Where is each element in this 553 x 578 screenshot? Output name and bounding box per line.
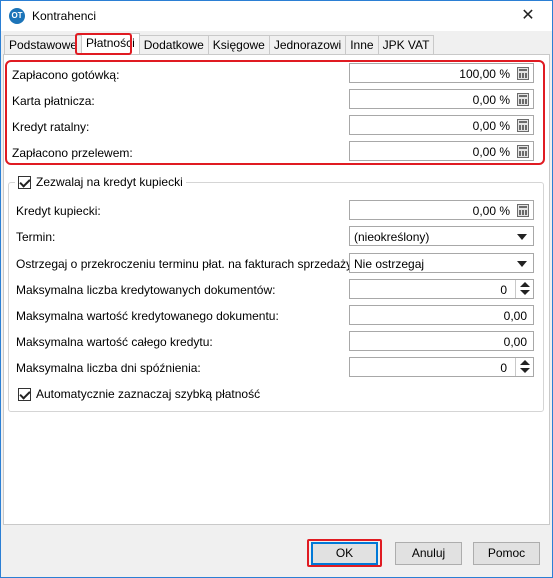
cancel-button[interactable]: Anuluj [395, 542, 462, 565]
term-label: Termin: [16, 230, 56, 244]
allow-credit-label[interactable]: Zezwalaj na kredyt kupiecki [36, 175, 183, 189]
tab-inne[interactable]: Inne [345, 35, 379, 54]
spin-down-icon[interactable] [520, 368, 530, 373]
max-doc-value-value: 0,00 [503, 309, 527, 323]
merchant-credit-field[interactable]: 0,00 % [349, 200, 534, 220]
cash-percent-field[interactable]: 100,00 % [349, 63, 534, 83]
dialog-window: OT Kontrahenci ✕ Podstawowe Płatności Do… [0, 0, 553, 578]
max-docs-value: 0 [500, 283, 507, 297]
chevron-down-icon[interactable] [517, 261, 527, 267]
installment-percent-value: 0,00 % [472, 119, 510, 133]
term-select[interactable]: (nieokreślony) [349, 226, 534, 246]
max-docs-spinner[interactable]: 0 [349, 279, 534, 299]
spin-buttons[interactable] [515, 280, 533, 298]
tab-dodatkowe[interactable]: Dodatkowe [138, 35, 209, 54]
max-doc-value-field[interactable]: 0,00 [349, 305, 534, 325]
max-total-value: 0,00 [503, 335, 527, 349]
auto-quick-pay-label[interactable]: Automatycznie zaznaczaj szybką płatność [36, 387, 260, 401]
transfer-percent-field[interactable]: 0,00 % [349, 141, 534, 161]
merchant-credit-label: Kredyt kupiecki: [16, 204, 101, 218]
tab-ksiegowe[interactable]: Księgowe [207, 35, 270, 54]
help-button[interactable]: Pomoc [473, 542, 540, 565]
installment-label: Kredyt ratalny: [12, 120, 90, 134]
tab-jpk-vat[interactable]: JPK VAT [377, 35, 435, 54]
auto-quick-pay-row[interactable]: Automatycznie zaznaczaj szybką płatność [18, 387, 260, 401]
warn-value: Nie ostrzegaj [354, 257, 425, 271]
calculator-icon[interactable] [517, 204, 529, 217]
window-title: Kontrahenci [32, 9, 97, 23]
max-total-field[interactable]: 0,00 [349, 331, 534, 351]
card-percent-value: 0,00 % [472, 93, 510, 107]
close-button[interactable]: ✕ [510, 1, 546, 31]
tab-jednorazowi[interactable]: Jednorazowi [268, 35, 347, 54]
term-value: (nieokreślony) [354, 230, 430, 244]
max-delay-spinner[interactable]: 0 [349, 357, 534, 377]
title-bar: OT Kontrahenci ✕ [1, 1, 552, 31]
chevron-down-icon[interactable] [517, 234, 527, 240]
max-docs-label: Maksymalna liczba kredytowanych dokument… [16, 283, 276, 297]
tab-podstawowe[interactable]: Podstawowe [4, 35, 83, 54]
allow-credit-checkbox-row[interactable]: Zezwalaj na kredyt kupiecki [15, 175, 186, 189]
auto-quick-pay-checkbox[interactable] [18, 387, 31, 401]
max-doc-value-label: Maksymalna wartość kredytowanego dokumen… [16, 309, 279, 323]
merchant-credit-value: 0,00 % [472, 204, 510, 218]
card-percent-field[interactable]: 0,00 % [349, 89, 534, 109]
spin-buttons[interactable] [515, 358, 533, 376]
installment-percent-field[interactable]: 0,00 % [349, 115, 534, 135]
cash-label: Zapłacono gotówką: [12, 68, 120, 82]
warn-label: Ostrzegaj o przekroczeniu terminu płat. … [16, 257, 356, 271]
spin-up-icon[interactable] [520, 360, 530, 365]
spin-down-icon[interactable] [520, 290, 530, 295]
max-delay-label: Maksymalna liczba dni spóźnienia: [16, 361, 201, 375]
calculator-icon[interactable] [517, 67, 529, 80]
dialog-footer [3, 526, 550, 576]
transfer-percent-value: 0,00 % [472, 145, 510, 159]
transfer-label: Zapłacono przelewem: [12, 146, 133, 160]
max-total-label: Maksymalna wartość całego kredytu: [16, 335, 213, 349]
allow-credit-checkbox[interactable] [18, 175, 31, 189]
ok-button[interactable]: OK [311, 542, 378, 565]
cash-percent-value: 100,00 % [459, 67, 510, 81]
warn-select[interactable]: Nie ostrzegaj [349, 253, 534, 273]
calculator-icon[interactable] [517, 93, 529, 106]
calculator-icon[interactable] [517, 119, 529, 132]
tab-strip: Podstawowe Płatności Dodatkowe Księgowe … [4, 33, 435, 54]
card-label: Karta płatnicza: [12, 94, 95, 108]
max-delay-value: 0 [500, 361, 507, 375]
tab-platnosci[interactable]: Płatności [81, 33, 140, 54]
calculator-icon[interactable] [517, 145, 529, 158]
app-logo-icon: OT [9, 8, 25, 24]
spin-up-icon[interactable] [520, 282, 530, 287]
